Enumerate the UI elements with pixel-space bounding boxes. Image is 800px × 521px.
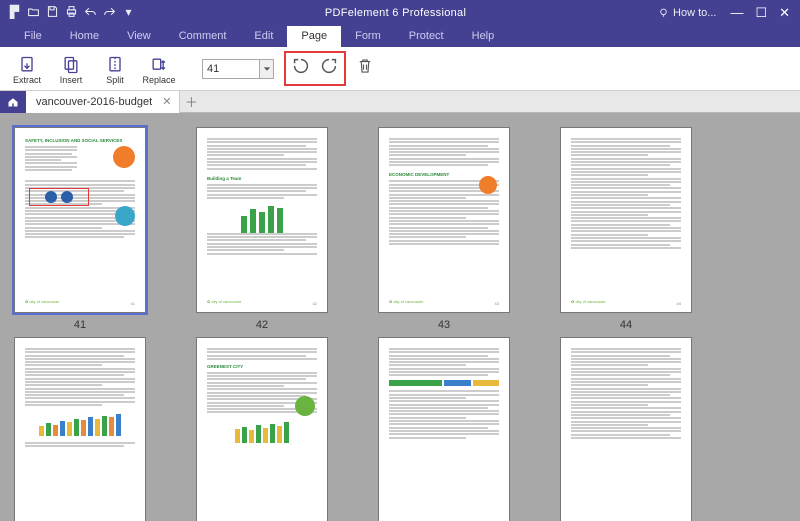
menu-bar: File Home View Comment Edit Page Form Pr… — [0, 25, 800, 47]
page-number-label: 43 — [438, 319, 450, 331]
quick-access-dropdown-icon[interactable]: ▾ — [122, 6, 135, 19]
home-tab[interactable] — [0, 91, 26, 113]
home-icon — [7, 96, 19, 108]
page-number-input[interactable] — [202, 59, 260, 79]
undo-icon[interactable] — [84, 5, 97, 21]
page-number-label: 44 — [620, 319, 632, 331]
page-number-label: 42 — [256, 319, 268, 331]
page-thumbnail[interactable]: Building a Team ✿ city of vancouver42 42 — [196, 127, 328, 331]
menu-file[interactable]: File — [10, 26, 56, 47]
rotate-left-icon — [290, 55, 312, 77]
menu-help[interactable]: Help — [458, 26, 509, 47]
menu-view[interactable]: View — [113, 26, 165, 47]
trash-icon — [356, 56, 374, 76]
page-thumbnail[interactable]: GREENEST CITY — [196, 337, 328, 521]
document-tab[interactable]: vancouver-2016-budget ✕ — [26, 91, 180, 113]
menu-comment[interactable]: Comment — [165, 26, 241, 47]
document-tab-strip: vancouver-2016-budget ✕ ＋ — [0, 91, 800, 113]
page-thumbnail-grid[interactable]: SAFETY, INCLUSION AND SOCIAL SERVICES ✿ … — [0, 113, 800, 521]
page-thumbnail[interactable]: SAFETY, INCLUSION AND SOCIAL SERVICES ✿ … — [14, 127, 146, 331]
quick-access-toolbar: ▛ ▾ — [0, 5, 143, 21]
replace-button[interactable]: Replace — [140, 55, 178, 85]
page-number-label: 41 — [74, 319, 86, 331]
menu-page[interactable]: Page — [287, 26, 341, 47]
page-thumbnail[interactable] — [560, 337, 692, 521]
replace-icon — [149, 55, 169, 75]
window-controls: — ☐ ✕ — [730, 5, 790, 21]
page-thumbnail[interactable]: ✿ city of vancouver44 44 — [560, 127, 692, 331]
minimize-button[interactable]: — — [730, 5, 743, 21]
rotate-controls-highlight — [284, 51, 346, 86]
app-title: PDFelement 6 Professional — [143, 7, 648, 19]
close-button[interactable]: ✕ — [779, 5, 790, 21]
howto-link[interactable]: How to... — [658, 7, 716, 19]
new-tab-button[interactable]: ＋ — [180, 92, 202, 111]
close-tab-button[interactable]: ✕ — [162, 95, 171, 108]
rotate-left-button[interactable] — [290, 55, 312, 82]
title-bar: ▛ ▾ PDFelement 6 Professional How to... … — [0, 0, 800, 25]
page-thumbnail[interactable] — [14, 337, 146, 521]
page-number-dropdown[interactable] — [260, 59, 274, 79]
extract-button[interactable]: Extract — [8, 55, 46, 85]
delete-page-button[interactable] — [356, 56, 374, 81]
split-button[interactable]: Split — [96, 55, 134, 85]
lightbulb-icon — [658, 7, 669, 18]
maximize-button[interactable]: ☐ — [755, 5, 767, 21]
rotate-right-button[interactable] — [318, 55, 340, 82]
app-logo-icon: ▛ — [8, 6, 21, 19]
ribbon: Extract Insert Split Replace — [0, 47, 800, 91]
page-thumbnail[interactable]: ECONOMIC DEVELOPMENT ✿ city of vancouver… — [378, 127, 510, 331]
save-icon[interactable] — [46, 5, 59, 21]
split-icon — [105, 55, 125, 75]
menu-home[interactable]: Home — [56, 26, 113, 47]
extract-icon — [17, 55, 37, 75]
insert-icon — [61, 55, 81, 75]
menu-edit[interactable]: Edit — [240, 26, 287, 47]
insert-button[interactable]: Insert — [52, 55, 90, 85]
document-tab-label: vancouver-2016-budget — [36, 96, 152, 108]
open-icon[interactable] — [27, 5, 40, 21]
page-thumbnail[interactable] — [378, 337, 510, 521]
menu-form[interactable]: Form — [341, 26, 395, 47]
menu-protect[interactable]: Protect — [395, 26, 458, 47]
print-icon[interactable] — [65, 5, 78, 21]
page-number-control — [202, 59, 274, 79]
chevron-down-icon — [263, 65, 271, 73]
redo-icon[interactable] — [103, 5, 116, 21]
rotate-right-icon — [318, 55, 340, 77]
